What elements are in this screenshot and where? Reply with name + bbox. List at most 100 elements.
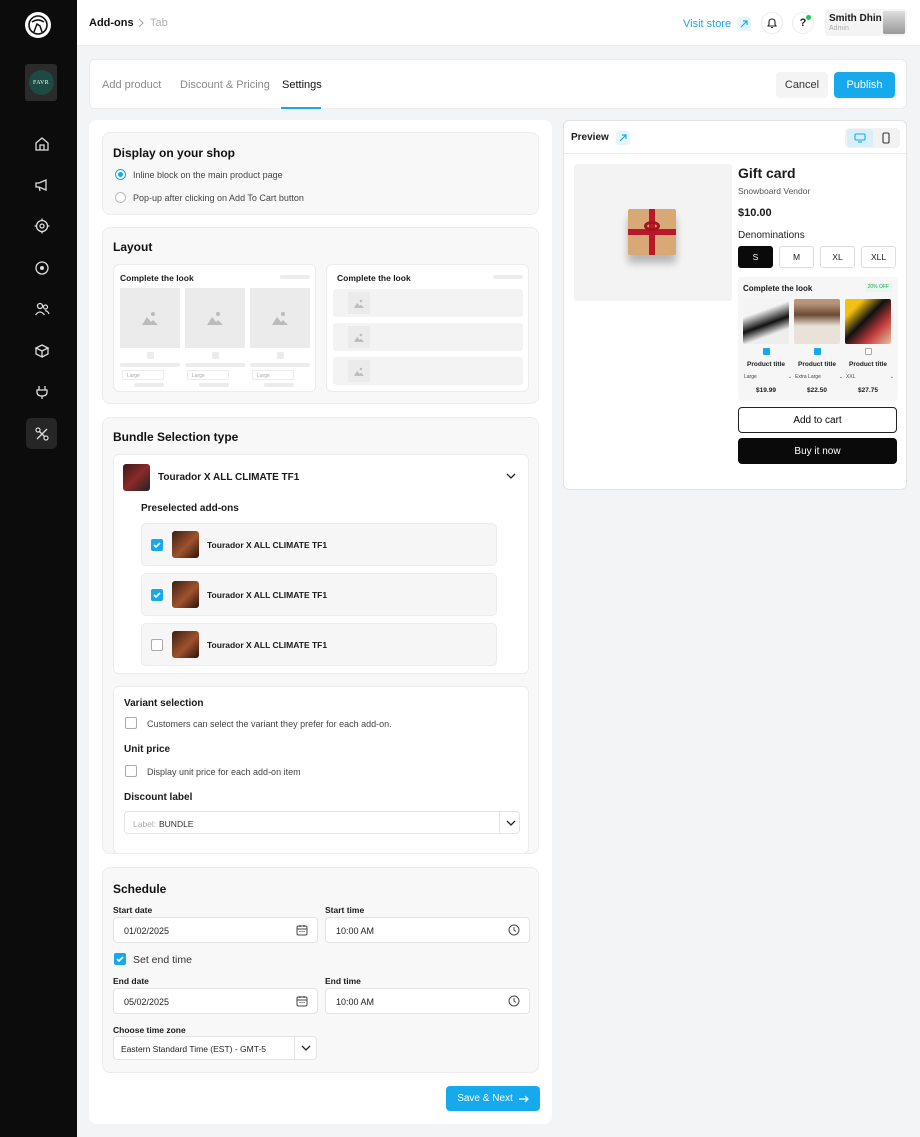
app-logo[interactable] xyxy=(25,12,51,38)
set-end-time-checkbox[interactable] xyxy=(114,953,126,965)
addon-checkbox[interactable] xyxy=(151,589,163,601)
display-popup-radio[interactable] xyxy=(115,192,126,203)
nav-home[interactable] xyxy=(26,128,57,159)
image-placeholder-icon xyxy=(250,288,310,348)
ctl-item-checkbox[interactable] xyxy=(763,348,770,355)
nav-marketing[interactable] xyxy=(26,169,57,200)
product-price: $10.00 xyxy=(738,207,772,219)
discount-label-select[interactable]: Label: BUNDLE xyxy=(124,811,520,834)
start-date-field[interactable]: 01/02/2025 xyxy=(113,917,318,943)
ctl-item-price: $19.99 xyxy=(756,387,776,394)
display-inline-radio[interactable] xyxy=(115,169,126,180)
variant-selection-checkbox[interactable] xyxy=(125,717,137,729)
publish-button[interactable]: Publish xyxy=(834,72,895,98)
variant-selection-title: Variant selection xyxy=(124,698,204,709)
user-menu[interactable]: Smith Dhin Admin xyxy=(825,9,907,36)
avatar xyxy=(883,11,905,34)
size-option-xl[interactable]: XL xyxy=(820,246,855,268)
ctl-item-checkbox[interactable] xyxy=(814,348,821,355)
breadcrumb-addons[interactable]: Add-ons xyxy=(89,17,134,29)
nav-targeting[interactable] xyxy=(26,210,57,241)
desktop-icon xyxy=(854,133,866,143)
size-option-m[interactable]: M xyxy=(779,246,814,268)
mobile-view-button[interactable] xyxy=(873,129,899,147)
layout-list-option[interactable]: Complete the look xyxy=(326,264,529,392)
bundle-title: Bundle Selection type xyxy=(113,430,239,444)
placeholder-row xyxy=(333,289,523,317)
ctl-item-price: $27.75 xyxy=(858,387,878,394)
placeholder-bar xyxy=(493,275,523,279)
end-time-label: End time xyxy=(325,976,361,986)
external-link-icon xyxy=(737,17,752,31)
tab-add-product[interactable]: Add product xyxy=(102,79,161,91)
ctl-item-variant-select[interactable]: XXL ⌄ xyxy=(846,374,894,382)
timezone-select[interactable]: Eastern Standard Time (EST) - GMT-5 xyxy=(113,1036,317,1060)
store-badge-label: FAVR xyxy=(28,70,54,95)
schedule-card: Schedule Start date 01/02/2025 Start tim… xyxy=(102,867,539,1073)
size-option-s[interactable]: S xyxy=(738,246,773,268)
target-icon xyxy=(34,218,49,233)
external-link-icon[interactable] xyxy=(616,131,630,145)
placeholder-row xyxy=(333,357,523,385)
nav-record[interactable] xyxy=(26,252,57,283)
ctl-item-variant-select[interactable]: Extra Large ⌄ xyxy=(795,374,843,382)
nav-integrations[interactable] xyxy=(26,376,57,407)
placeholder-variant-select: Large xyxy=(252,370,294,380)
set-end-time-label: Set end time xyxy=(133,954,192,966)
tab-settings[interactable]: Settings xyxy=(282,79,322,91)
addon-item[interactable]: Tourador X ALL CLIMATE TF1 xyxy=(141,623,497,666)
end-time-field[interactable]: 10:00 AM xyxy=(325,988,530,1014)
save-next-button[interactable]: Save & Next xyxy=(446,1086,540,1111)
logo-mark-icon xyxy=(28,15,48,35)
layout-grid-title: Complete the look xyxy=(120,273,194,283)
complete-the-look-widget: Complete the look 20% OFF Product title … xyxy=(738,277,898,401)
layout-grid-option[interactable]: Complete the look Large Large Large xyxy=(113,264,316,392)
add-to-cart-button[interactable]: Add to cart xyxy=(738,407,897,433)
visit-store-link[interactable]: Visit store xyxy=(683,17,752,31)
timezone-value: Eastern Standard Time (EST) - GMT-5 xyxy=(121,1044,267,1054)
mobile-icon xyxy=(882,132,890,144)
nav-customers[interactable] xyxy=(26,293,57,324)
addon-item[interactable]: Tourador X ALL CLIMATE TF1 xyxy=(141,573,497,616)
placeholder-bar xyxy=(280,275,310,279)
size-option-xll[interactable]: XLL xyxy=(861,246,896,268)
ctl-title: Complete the look xyxy=(743,284,813,293)
ctl-item-checkbox[interactable] xyxy=(865,348,872,355)
end-time-value: 10:00 AM xyxy=(336,997,375,1007)
timezone-label: Choose time zone xyxy=(113,1025,186,1035)
layout-list-title: Complete the look xyxy=(337,273,411,283)
chevron-down-icon: ⌄ xyxy=(787,374,792,380)
ctl-item-image xyxy=(794,299,840,344)
desktop-view-button[interactable] xyxy=(847,129,873,147)
addon-thumbnail xyxy=(172,581,199,608)
nav-products[interactable] xyxy=(26,335,57,366)
nav-addons[interactable] xyxy=(26,418,57,449)
addon-checkbox[interactable] xyxy=(151,639,163,651)
bundle-options: Variant selection Customers can select t… xyxy=(113,686,529,854)
notifications-button[interactable] xyxy=(761,12,783,34)
product-thumbnail xyxy=(123,464,150,491)
tab-discount-pricing[interactable]: Discount & Pricing xyxy=(180,79,270,91)
start-time-field[interactable]: 10:00 AM xyxy=(325,917,530,943)
buy-now-button[interactable]: Buy it now xyxy=(738,438,897,464)
discount-badge: 20% OFF xyxy=(864,283,892,292)
end-date-field[interactable]: 05/02/2025 xyxy=(113,988,318,1014)
product-image xyxy=(574,164,732,301)
home-icon xyxy=(34,136,49,151)
image-placeholder-icon xyxy=(185,288,245,348)
chevron-down-icon[interactable] xyxy=(506,472,516,480)
addon-label: Tourador X ALL CLIMATE TF1 xyxy=(207,590,328,600)
placeholder-bar xyxy=(264,383,294,387)
ctl-item-variant-select[interactable]: Large ⌄ xyxy=(744,374,792,382)
addon-item[interactable]: Tourador X ALL CLIMATE TF1 xyxy=(141,523,497,566)
display-popup-label: Pop-up after clicking on Add To Cart but… xyxy=(133,193,304,203)
unit-price-checkbox[interactable] xyxy=(125,765,137,777)
store-badge[interactable]: FAVR xyxy=(25,64,57,101)
addon-checkbox[interactable] xyxy=(151,539,163,551)
visit-store-label: Visit store xyxy=(683,18,732,30)
placeholder-bar xyxy=(120,363,180,367)
cancel-button[interactable]: Cancel xyxy=(776,72,828,98)
unit-price-title: Unit price xyxy=(124,744,171,755)
help-button[interactable]: ? xyxy=(792,12,814,34)
preview-panel: Preview Gift card Snowboard Vendor $10.0… xyxy=(563,120,907,490)
